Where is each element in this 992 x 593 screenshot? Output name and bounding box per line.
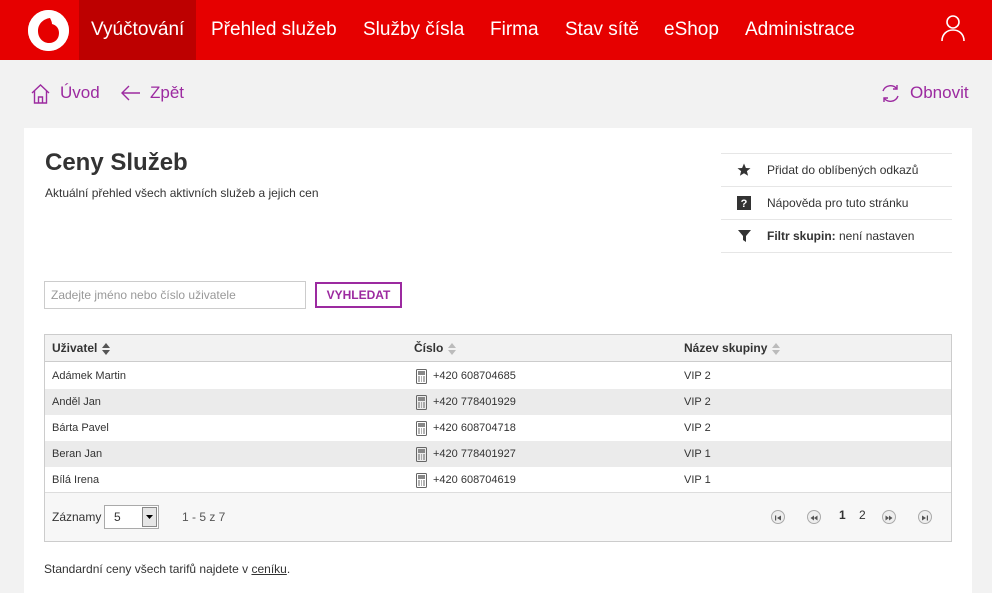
column-header-user-label: Uživatel — [52, 341, 98, 355]
home-link[interactable]: Úvod — [30, 81, 100, 105]
page-number[interactable]: 2 — [859, 508, 866, 522]
svg-text:?: ? — [741, 198, 748, 210]
next-page-icon[interactable] — [882, 510, 896, 524]
home-icon — [31, 83, 50, 104]
cell-user: Anděl Jan — [52, 396, 101, 408]
mobile-phone-icon — [416, 420, 427, 436]
cell-user: Bárta Pavel — [52, 422, 109, 434]
nav-item-prehled-sluzeb[interactable]: Přehled služeb — [211, 0, 337, 60]
cell-number: +420 778401927 — [416, 441, 516, 467]
users-table: Uživatel Číslo Název skupiny Adámek Mart… — [44, 334, 952, 542]
mobile-phone-icon — [416, 394, 427, 410]
table-row[interactable]: Beran Jan +420 778401927 VIP 1 — [45, 441, 951, 467]
cell-user: Adámek Martin — [52, 370, 126, 382]
nav-item-vyuctovani[interactable]: Vyúčtování — [79, 0, 197, 60]
cell-number: +420 608704685 — [416, 363, 516, 389]
footer-note-end: . — [286, 562, 291, 576]
table-row[interactable]: Bárta Pavel +420 608704718 VIP 2 — [45, 415, 951, 441]
cell-number: +420 608704619 — [416, 467, 516, 493]
mobile-phone-icon — [416, 446, 427, 462]
column-header-user[interactable]: Uživatel — [52, 335, 111, 362]
page-help-label: Nápověda pro tuto stránku — [767, 196, 909, 210]
table-row[interactable]: Adámek Martin +420 608704685 VIP 2 — [45, 363, 951, 389]
group-filter-link[interactable]: Filtr skupin: není nastaven — [721, 220, 952, 253]
user-profile-icon[interactable] — [941, 14, 965, 42]
cell-group: VIP 2 — [684, 396, 711, 408]
cell-number-text: +420 778401929 — [433, 396, 516, 408]
cell-group: VIP 2 — [684, 370, 711, 382]
table-row[interactable]: Anděl Jan +420 778401929 VIP 2 — [45, 389, 951, 415]
group-filter-value: není nastaven — [835, 229, 915, 243]
help-icon: ? — [721, 196, 767, 210]
previous-page-icon[interactable] — [807, 510, 821, 524]
mobile-phone-icon — [416, 472, 427, 488]
nav-item-sluzby-cisla[interactable]: Služby čísla — [363, 0, 464, 60]
content-card: Ceny Služeb Aktuální přehled všech aktiv… — [24, 128, 972, 593]
side-links-panel: Přidat do oblíbených odkazů ? Nápověda p… — [721, 153, 952, 253]
price-list-link[interactable]: ceníku — [251, 562, 286, 576]
search-button[interactable]: VYHLEDAT — [315, 282, 402, 308]
cell-number: +420 778401929 — [416, 389, 516, 415]
last-page-icon[interactable] — [918, 510, 932, 524]
cell-number: +420 608704718 — [416, 415, 516, 441]
cell-number-text: +420 608704619 — [433, 474, 516, 486]
group-filter-label: Filtr skupin: — [767, 229, 836, 243]
table-row[interactable]: Bílá Irena +420 608704619 VIP 1 — [45, 467, 951, 493]
add-favorite-label: Přidat do oblíbených odkazů — [767, 163, 919, 177]
page-subtitle: Aktuální přehled všech aktivních služeb … — [45, 186, 319, 200]
refresh-icon — [882, 84, 899, 102]
page-number-current[interactable]: 1 — [839, 508, 846, 522]
nav-item-eshop[interactable]: eShop — [664, 0, 719, 60]
star-icon — [721, 163, 767, 177]
page-size-value: 5 — [114, 510, 121, 524]
cell-group: VIP 2 — [684, 422, 711, 434]
page-size-select[interactable]: 5 — [104, 505, 159, 529]
cell-number-text: +420 608704685 — [433, 370, 516, 382]
nav-item-firma[interactable]: Firma — [490, 0, 539, 60]
sort-icon — [772, 342, 781, 355]
arrow-left-icon — [121, 85, 140, 101]
cell-number-text: +420 778401927 — [433, 448, 516, 460]
footer-note-text: Standardní ceny všech tarifů najdete v — [44, 562, 252, 576]
column-header-number[interactable]: Číslo — [414, 335, 457, 362]
add-favorite-link[interactable]: Přidat do oblíbených odkazů — [721, 154, 952, 187]
back-link-label: Zpět — [150, 83, 185, 102]
nav-item-administrace[interactable]: Administrace — [745, 0, 855, 60]
cell-group: VIP 1 — [684, 474, 711, 486]
sort-icon — [102, 342, 111, 355]
top-nav-bar: Vyúčtování Přehled služeb Služby čísla F… — [0, 0, 992, 60]
filter-icon — [721, 230, 767, 242]
footer-note: Standardní ceny všech tarifů najdete v c… — [44, 562, 290, 576]
records-label: Záznamy — [52, 510, 102, 524]
dropdown-arrow-icon[interactable] — [142, 507, 157, 527]
cell-group: VIP 1 — [684, 448, 711, 460]
column-header-group[interactable]: Název skupiny — [684, 335, 781, 362]
home-link-label: Úvod — [60, 83, 100, 102]
column-header-group-label: Název skupiny — [684, 341, 768, 355]
cell-user: Bílá Irena — [52, 474, 100, 486]
refresh-link[interactable]: Obnovit — [880, 81, 969, 105]
vodafone-logo-icon[interactable] — [28, 10, 69, 51]
records-range: 1 - 5 z 7 — [182, 510, 226, 524]
back-link[interactable]: Zpět — [120, 81, 184, 105]
table-header: Uživatel Číslo Název skupiny — [45, 335, 951, 362]
search-input[interactable]: Zadejte jméno nebo číslo uživatele — [44, 281, 306, 309]
mobile-phone-icon — [416, 368, 427, 384]
table-pager: Záznamy 5 1 - 5 z 7 1 2 — [45, 492, 951, 541]
cell-user: Beran Jan — [52, 448, 103, 460]
cell-number-text: +420 608704718 — [433, 422, 516, 434]
nav-item-stav-site[interactable]: Stav sítě — [565, 0, 639, 60]
column-header-number-label: Číslo — [414, 341, 444, 355]
refresh-link-label: Obnovit — [910, 83, 969, 102]
sort-icon — [448, 342, 457, 355]
first-page-icon[interactable] — [771, 510, 785, 524]
page-title: Ceny Služeb — [45, 149, 188, 176]
page-help-link[interactable]: ? Nápověda pro tuto stránku — [721, 187, 952, 220]
